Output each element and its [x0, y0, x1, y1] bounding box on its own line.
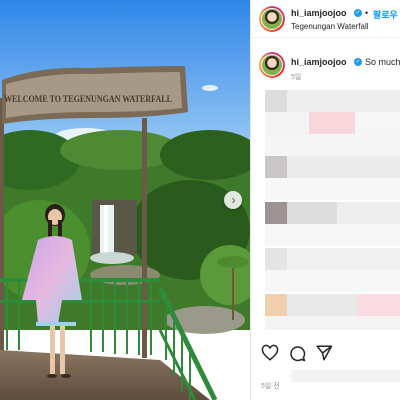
location-link[interactable]: Tegenungan Waterfall — [291, 22, 369, 31]
header-username[interactable]: hi_iamjoojoo — [291, 8, 347, 18]
verified-badge-icon: ✓ — [354, 9, 362, 17]
comment-icon[interactable] — [288, 344, 306, 362]
post-side-panel: hi_iamjoojoo ✓ • 팔로우 Tegenungan Waterfal… — [250, 0, 400, 400]
verified-badge-icon: ✓ — [354, 58, 362, 66]
chevron-right-icon: › — [231, 193, 236, 207]
blurred-likes — [291, 370, 400, 382]
caption-time[interactable]: 5일 — [291, 72, 301, 82]
caption-avatar[interactable] — [259, 52, 285, 78]
sign-text: WELCOME TO TEGENUNGAN WATERFALL — [4, 94, 172, 104]
post-header: hi_iamjoojoo ✓ • 팔로우 Tegenungan Waterfal… — [251, 0, 400, 38]
share-icon[interactable] — [315, 344, 333, 362]
avatar[interactable] — [259, 6, 285, 32]
follow-button[interactable]: 팔로우 — [373, 8, 398, 21]
post-photo: WELCOME TO TEGENUNGAN WATERFALL › — [0, 0, 250, 400]
heart-icon[interactable] — [261, 344, 279, 362]
caption-username[interactable]: hi_iamjoojoo — [291, 57, 347, 67]
waterfall-photo: WELCOME TO TEGENUNGAN WATERFALL — [0, 0, 250, 400]
action-bar — [251, 340, 400, 368]
caption-text: So much — [365, 57, 400, 67]
next-photo-button[interactable]: › — [224, 191, 242, 209]
post-date[interactable]: 5일 전 — [261, 381, 280, 391]
separator-dot: • — [365, 8, 369, 18]
blurred-comments — [265, 90, 400, 330]
